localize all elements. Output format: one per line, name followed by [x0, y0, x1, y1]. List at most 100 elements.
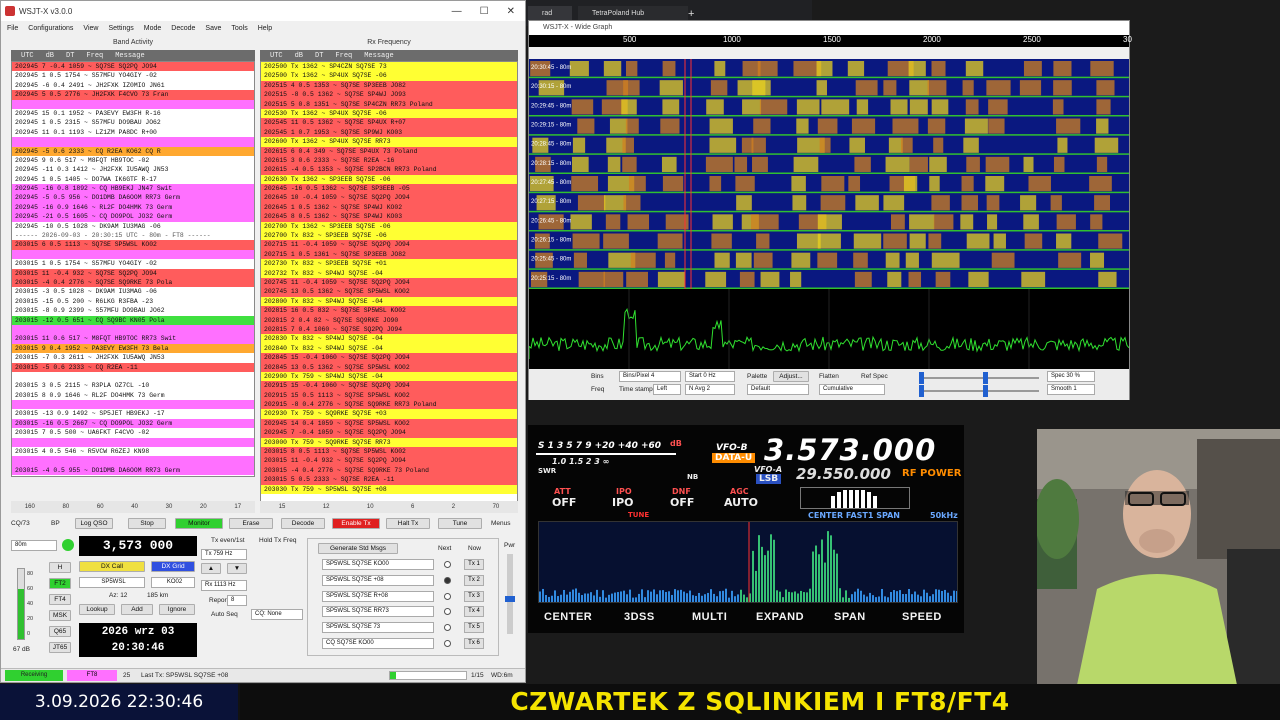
tx2-button[interactable]: Tx 2 [464, 574, 484, 586]
spec-percent-spinner[interactable]: Spec 30 % [1047, 371, 1095, 382]
smooth-spinner[interactable]: Smooth 1 [1047, 384, 1095, 395]
band-activity-row[interactable] [12, 324, 254, 335]
pwr-slider-track[interactable] [505, 554, 515, 634]
rx-frequency-row[interactable]: 202800 Tx 832 ~ SP4WJ SQ7SE -04 [261, 296, 517, 307]
tx4-button[interactable]: Tx 4 [464, 606, 484, 618]
band-activity-row[interactable]: 202945 5 0.5 2776 ~ JH2FXK F4CVO 73 Fran [12, 90, 254, 100]
report-spinner[interactable]: 8 [227, 595, 247, 606]
generate-std-msgs-button[interactable]: Generate Std Msgs [318, 543, 398, 554]
band-activity-row[interactable]: 202945 1 0.5 1754 ~ S57MFU YO4GIY -02 [12, 71, 254, 81]
mode-button-ft4[interactable]: FT4 [49, 594, 71, 605]
rx-frequency-row[interactable]: 202645 8 0.5 1362 ~ SQ7SE SP4WJ KO03 [261, 212, 517, 222]
band-activity-row[interactable]: 202945 7 -0.4 1059 ~ SQ7SE SQ2PQ JO94 [12, 62, 254, 72]
band-select[interactable]: 80m [11, 540, 57, 551]
rx-frequency-row[interactable]: 203015 11 -0.4 932 ~ SQ7SE SQ2PQ JO94 [261, 456, 517, 466]
minimize-button[interactable]: — [452, 6, 462, 17]
softkey-speed[interactable]: SPEED [902, 611, 942, 623]
band-activity-row[interactable]: 202945 1 0.5 1405 ~ DO7WA IK6GTF R-17 [12, 174, 254, 185]
palette-select[interactable]: Default [747, 384, 809, 395]
rx-frequency-row[interactable]: 202930 Tx 759 ~ SQ9RKE SQ7SE +03 [261, 409, 517, 419]
rx-frequency-row[interactable]: 202900 Tx 759 ~ SP4WJ SQ7SE -04 [261, 371, 517, 382]
band-activity-row[interactable]: 202945 -16 0.8 1892 ~ CQ HB9EKJ JN47 Swi… [12, 184, 254, 194]
softkey-span[interactable]: SPAN [834, 611, 866, 623]
band-activity-row[interactable]: 202945 -11 0.3 1412 ~ JH2FXK IU5AWQ JN53 [12, 165, 254, 175]
spectrum-display[interactable] [528, 289, 1130, 369]
auto-seq-checkbox[interactable]: Auto Seq [211, 611, 238, 618]
spec-gain-slider-handle[interactable] [919, 385, 924, 397]
rx-frequency-row[interactable]: 202840 Tx 832 ~ SP4WJ SQ7SE -04 [261, 343, 517, 354]
zero-slider-handle[interactable] [983, 372, 988, 384]
up-arrow-icon[interactable]: ▲ [201, 563, 221, 574]
rx-frequency-row[interactable]: 202845 15 -0.4 1060 ~ SQ7SE SQ2PQ JO94 [261, 353, 517, 363]
rx-frequency-row[interactable]: 202915 15 0.5 1113 ~ SQ7SE SP5WSL KO02 [261, 390, 517, 401]
band-activity-row[interactable]: 203015 9 0.4 1952 ~ PA3EVY EW3FH 73 Bela [12, 343, 254, 354]
rx-frequency-row[interactable]: 202715 11 -0.4 1059 ~ SQ7SE SQ2PQ JO94 [261, 240, 517, 250]
band-activity-row[interactable]: 203015 -16 0.5 2667 ~ CQ DO9POL JO32 Ger… [12, 418, 254, 429]
softkey-center[interactable]: CENTER [544, 611, 592, 623]
maximize-button[interactable]: ☐ [480, 6, 489, 17]
band-activity-row[interactable]: 202945 9 0.6 517 ~ M8FQT HB9TOC -02 [12, 155, 254, 166]
softkey-expand[interactable]: EXPAND [756, 611, 804, 623]
band-activity-row[interactable]: 203015 -7 0.3 2611 ~ JH2FXK IU5AWQ JN53 [12, 353, 254, 363]
down-arrow-icon[interactable]: ▼ [227, 563, 247, 574]
ref-spec-checkbox[interactable]: Ref Spec [861, 373, 888, 380]
band-activity-row[interactable]: 203015 -8 0.9 2399 ~ S57MFU DO9BAU JO62 [12, 306, 254, 316]
rx-frequency-row[interactable]: 202615 -4 0.5 1353 ~ SQ7SE SP2BCN RR73 P… [261, 165, 517, 175]
tx1-button[interactable]: Tx 1 [464, 559, 484, 570]
tx3-message-field[interactable]: SP5WSL SQ7SE R+08 [322, 590, 434, 602]
tx5-next-radio[interactable] [444, 624, 451, 632]
band-activity-row[interactable]: 203015 11 0.6 517 ~ M8FQT HB9TOC RR73 Sw… [12, 334, 254, 344]
tx6-message-field[interactable]: CQ SQ7SE KO00 [322, 638, 434, 649]
bins-checkbox[interactable]: Bins [591, 373, 604, 380]
band-activity-row[interactable] [12, 371, 254, 382]
freq-checkbox[interactable]: Freq [591, 386, 604, 393]
tx3-next-radio[interactable] [444, 592, 451, 600]
monitor-button[interactable]: Monitor [175, 518, 223, 529]
rx-frequency-row[interactable]: 202530 Tx 1362 ~ SP4UX SQ7SE -06 [261, 108, 517, 119]
rx-frequency-row[interactable]: 202830 Tx 832 ~ SP4WJ SQ7SE -04 [261, 334, 517, 344]
cq73-checkbox[interactable]: CQ/73 [11, 520, 30, 527]
dx-call-field[interactable]: SP5WSL [79, 577, 145, 588]
rx-frequency-row[interactable]: 202645 10 -0.4 1059 ~ SQ7SE SQ2PQ JO94 [261, 193, 517, 203]
band-activity-row[interactable]: 203015 11 -0.4 932 ~ SQ7SE SQ2PQ JO94 [12, 268, 254, 278]
rx-frequency-row[interactable]: 203015 -4 0.4 2776 ~ SQ7SE SQ9RKE 73 Pol… [261, 465, 517, 476]
n-avg-spinner[interactable]: N Avg 2 [685, 384, 735, 395]
rx-frequency-row[interactable]: 202500 Tx 1362 ~ SP4UX SQ7SE -06 [261, 71, 517, 81]
rx-frequency-row[interactable]: 202645 -16 0.5 1362 ~ SQ7SE SP3EEB -05 [261, 184, 517, 194]
rx-frequency-row[interactable]: 202545 11 0.5 1362 ~ SQ7SE SP4UX R+07 [261, 118, 517, 128]
stop-button[interactable]: Stop [128, 518, 166, 529]
menu-item-view[interactable]: View [83, 25, 98, 32]
spectrum-type-select[interactable]: Cumulative [819, 384, 885, 395]
band-activity-row[interactable]: ------ 2026-09-03 - 20:30:15 UTC - 80m -… [12, 231, 254, 241]
rx-frequency-row[interactable]: 202945 7 -0.4 1059 ~ SQ7SE SQ2PQ JO94 [261, 428, 517, 438]
tx6-next-radio[interactable] [444, 640, 451, 647]
rx-frequency-row[interactable]: 202615 3 0.6 2333 ~ SQ7SE R2EA -16 [261, 155, 517, 166]
rx-frequency-row[interactable]: 202815 7 0.4 1060 ~ SQ7SE SQ2PQ JO94 [261, 324, 517, 335]
band-activity-row[interactable]: 202945 -5 0.6 2333 ~ CQ R2EA KO62 CQ R [12, 146, 254, 156]
rx-frequency-row[interactable]: 202615 6 0.4 349 ~ SQ7SE SP4UX 73 Poland [261, 146, 517, 156]
rx-frequency-row[interactable]: 202845 13 0.5 1362 ~ SQ7SE SP5WSL KO02 [261, 362, 517, 372]
tx-frequency-spinner[interactable]: Tx 759 Hz [201, 549, 247, 560]
band-activity-row[interactable]: 203015 -5 0.6 2333 ~ CQ R2EA -11 [12, 362, 254, 372]
rx-frequency-list[interactable]: 202500 Tx 1362 ~ SP4CZN SQ7SE 73 202500 T… [260, 61, 518, 505]
mode-button-h[interactable]: H [49, 562, 71, 573]
tx1-message-field[interactable]: SP5WSL SQ7SE KO00 [322, 559, 434, 570]
log-qso-button[interactable]: Log QSO [75, 518, 113, 529]
band-activity-row[interactable]: 203015 8 0.9 1646 ~ RL2F DO4HMK 73 Germ [12, 390, 254, 401]
rx-frequency-row[interactable]: 203015 8 0.5 1113 ~ SQ7SE SP5WSL KO02 [261, 447, 517, 457]
band-activity-row[interactable]: 203015 -13 0.9 1492 ~ SP5JET HB9EKJ -17 [12, 409, 254, 419]
band-activity-row[interactable]: 203015 6 0.5 1113 ~ SQ7SE SP5WSL KO02 [12, 240, 254, 250]
rx-frequency-row[interactable]: 202515 4 0.5 1353 ~ SQ7SE SP3EEB JO82 [261, 80, 517, 91]
gain-sliders[interactable] [919, 371, 1039, 397]
rx-frequency-row[interactable]: 202545 1 0.7 1953 ~ SQ7SE SP9WJ KO03 [261, 127, 517, 138]
flatten-checkbox[interactable]: Flatten [819, 373, 839, 380]
tx4-next-radio[interactable] [444, 608, 451, 616]
menus-checkbox[interactable]: Menus [491, 520, 511, 527]
band-activity-row[interactable]: 203015 7 0.5 500 ~ UA6FKT F4CVO -02 [12, 428, 254, 438]
mode-button-q65[interactable]: Q65 [49, 626, 71, 637]
band-activity-row[interactable]: 203015 -3 0.5 1028 ~ DK9AM IU3MAG -06 [12, 287, 254, 297]
add-button[interactable]: Add [121, 604, 153, 615]
band-activity-row[interactable] [12, 137, 254, 147]
rx-frequency-row[interactable]: 202815 16 0.5 832 ~ SQ7SE SP5WSL KO02 [261, 306, 517, 316]
tx5-button[interactable]: Tx 5 [464, 622, 484, 634]
